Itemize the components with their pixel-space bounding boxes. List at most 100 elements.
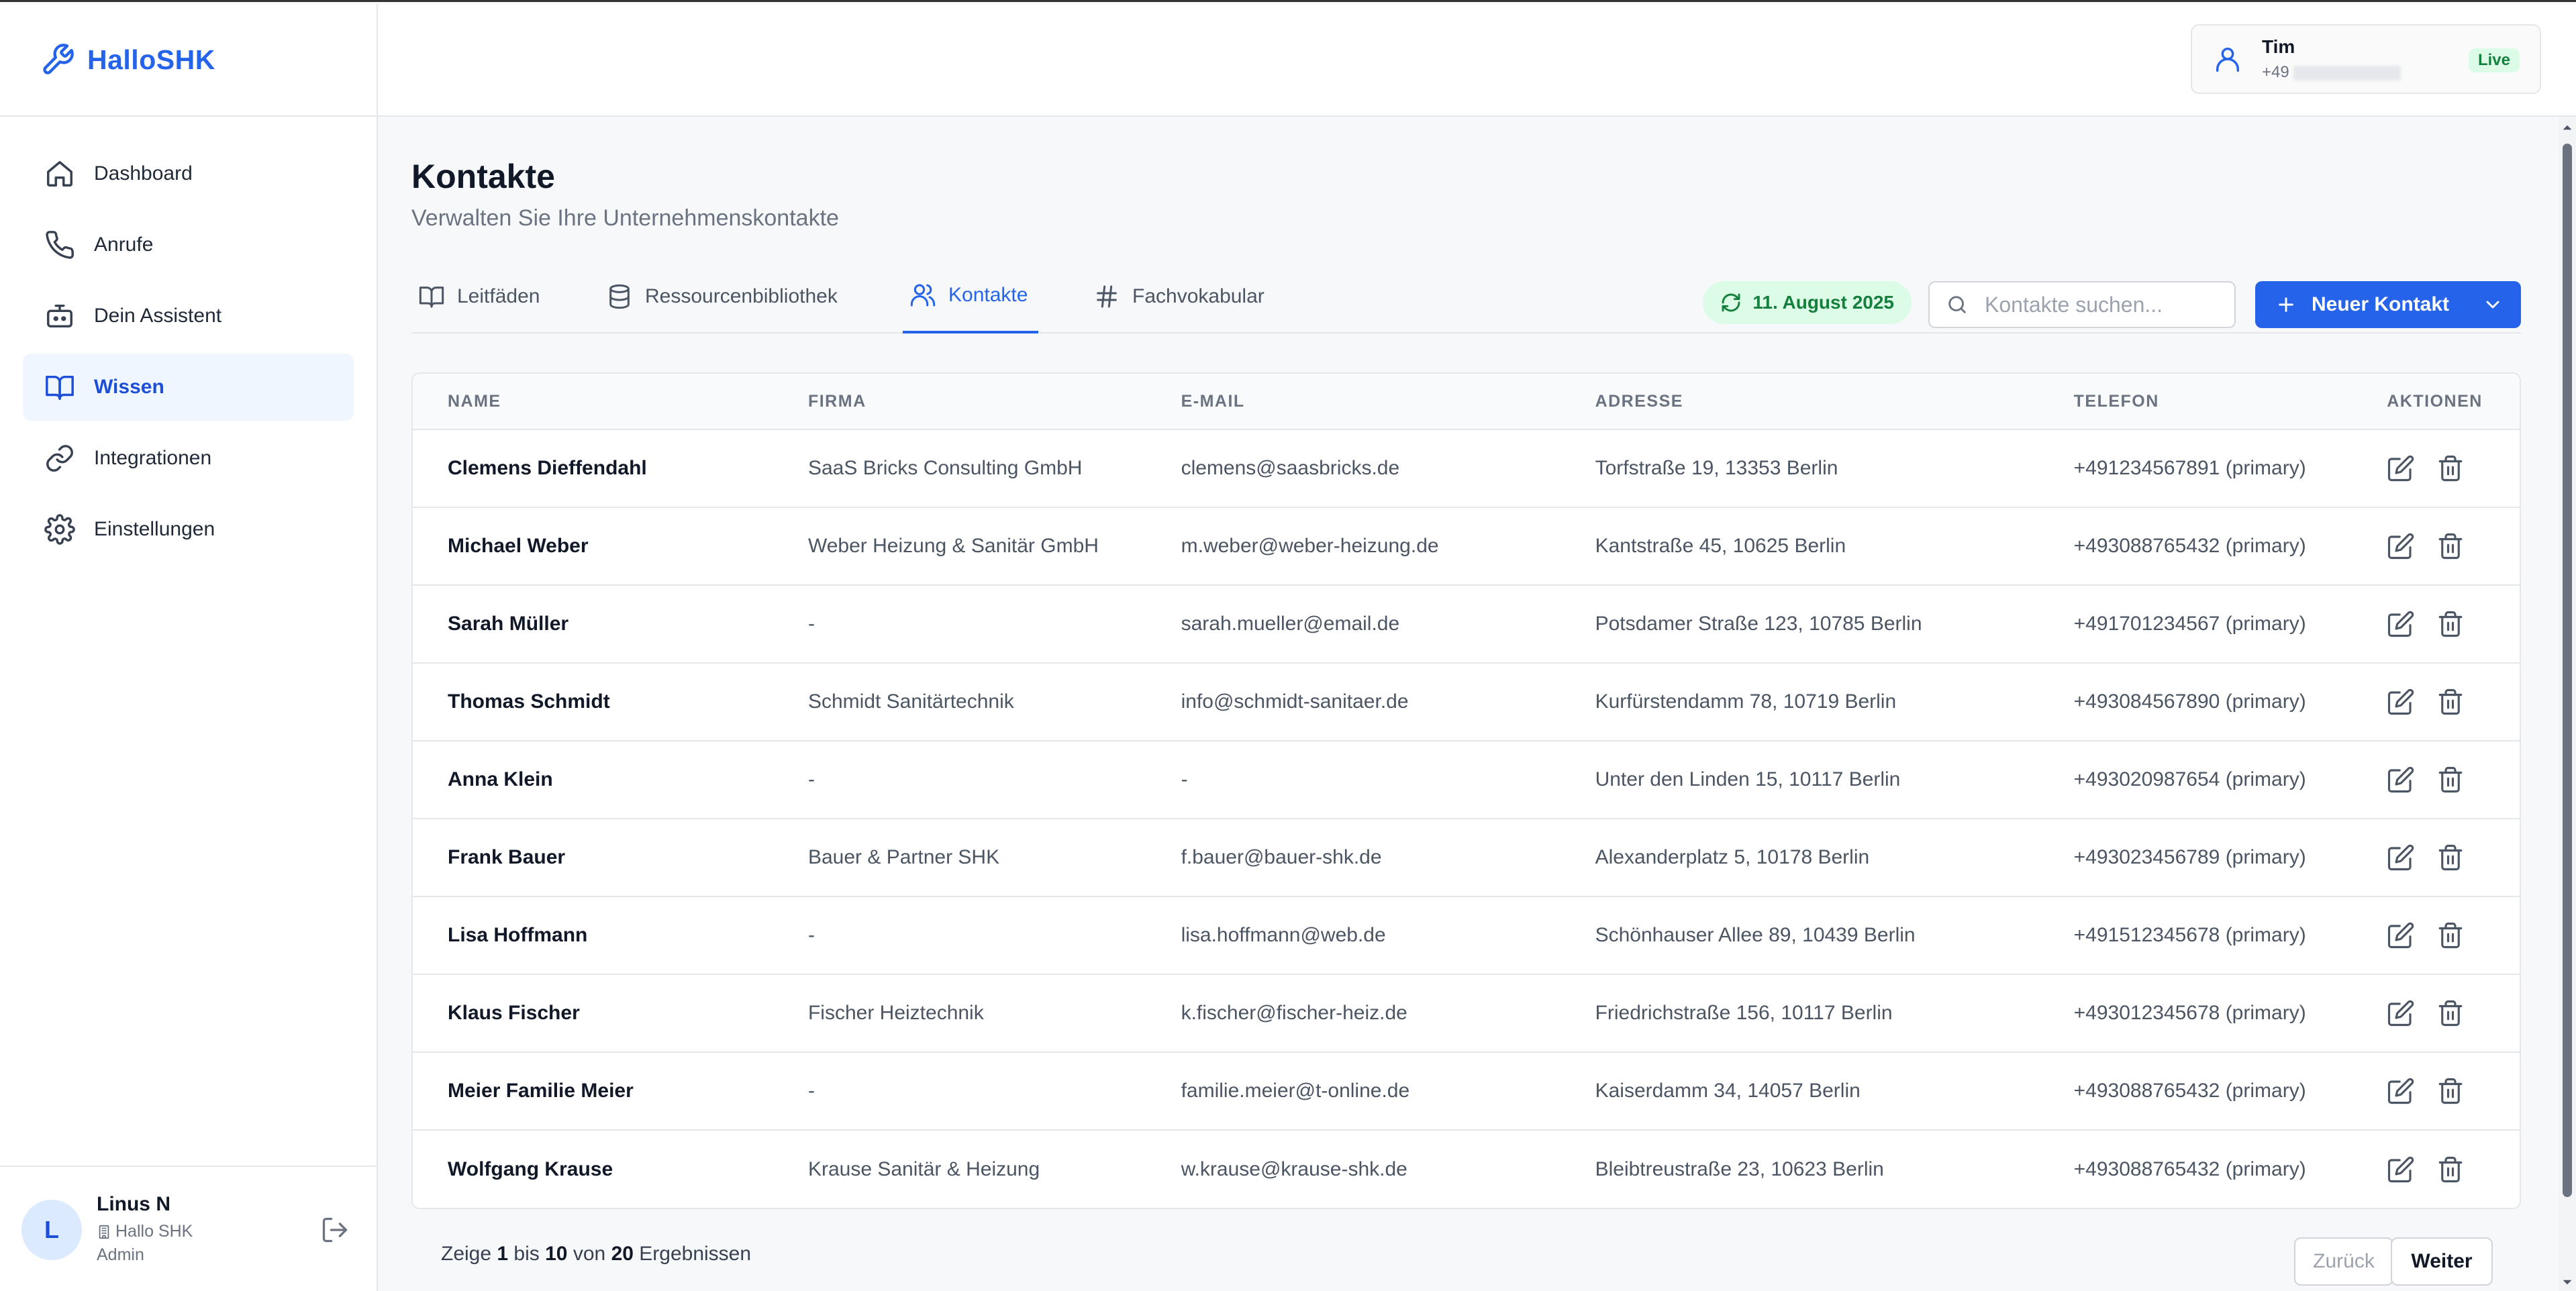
user-role: Admin — [97, 1245, 144, 1264]
next-page-button[interactable]: Weiter — [2391, 1237, 2493, 1286]
contact-phone: +493088765432 (primary) — [2073, 1157, 2306, 1180]
trash-icon[interactable] — [2436, 843, 2465, 872]
trash-icon[interactable] — [2436, 1155, 2465, 1184]
book-icon — [44, 372, 75, 403]
contact-address: Schönhauser Allee 89, 10439 Berlin — [1595, 924, 1916, 946]
table-row[interactable]: Lisa Hoffmann - lisa.hoffmann@web.de Schönh… — [413, 896, 2520, 974]
new-contact-button[interactable]: Neuer Kontakt — [2255, 281, 2521, 328]
contact-phone: +493020987654 (primary) — [2073, 768, 2306, 790]
trash-icon[interactable] — [2436, 454, 2465, 482]
avatar[interactable]: L — [21, 1200, 82, 1260]
table-row[interactable]: Clemens Dieffendahl SaaS Bricks Consultin… — [413, 429, 2520, 507]
previous-page-button[interactable]: Zurück — [2294, 1237, 2393, 1286]
trash-icon[interactable] — [2436, 1077, 2465, 1105]
trash-icon[interactable] — [2436, 999, 2465, 1027]
edit-icon[interactable] — [2387, 1155, 2415, 1184]
table-header-row: NAME FIRMA E-MAIL ADRESSE TELEFON AKTION… — [413, 374, 2520, 429]
user-profile: L Linus N Hallo SHK Admin — [0, 1166, 377, 1291]
database-icon — [606, 283, 633, 310]
contact-name: Clemens Dieffendahl — [448, 457, 647, 479]
main-content: Kontakte Verwalten Sie Ihre Unternehmens… — [411, 117, 2521, 1288]
table-row[interactable]: Meier Familie Meier - familie.meier@t-onli… — [413, 1052, 2520, 1130]
actions-group — [2387, 843, 2520, 872]
sidebar-item-integrationen[interactable]: Integrationen — [23, 425, 354, 492]
contact-phone: +493012345678 (primary) — [2073, 1002, 2306, 1024]
table-row[interactable]: Frank Bauer Bauer & Partner SHK f.bauer@ba… — [413, 819, 2520, 896]
contact-company: - — [807, 613, 815, 635]
contact-phone: +491701234567 (primary) — [2073, 613, 2306, 635]
tab-ressourcenbibliothek[interactable]: Ressourcenbibliothek — [606, 260, 861, 333]
scroll-up-icon[interactable] — [2562, 122, 2573, 133]
table-row[interactable]: Sarah Müller - sarah.mueller@email.de Potsd… — [413, 585, 2520, 663]
row-actions — [2352, 507, 2520, 585]
edit-icon[interactable] — [2387, 766, 2415, 794]
edit-icon[interactable] — [2387, 454, 2415, 482]
column-header-phone[interactable]: TELEFON — [2039, 374, 2352, 429]
chevron-down-icon[interactable] — [2482, 294, 2504, 315]
trash-icon[interactable] — [2436, 610, 2465, 638]
edit-icon[interactable] — [2387, 843, 2415, 872]
edit-icon[interactable] — [2387, 921, 2415, 949]
contact-address: Kurfürstendamm 78, 10719 Berlin — [1595, 690, 1897, 713]
scroll-down-icon[interactable] — [2562, 1277, 2573, 1288]
trash-icon[interactable] — [2436, 532, 2465, 560]
contact-address: Friedrichstraße 156, 10117 Berlin — [1595, 1002, 1893, 1024]
sidebar-item-label: Einstellungen — [94, 518, 215, 540]
edit-icon[interactable] — [2387, 999, 2415, 1027]
sidebar-item-assistent[interactable]: Dein Assistent — [23, 282, 354, 350]
table-row[interactable]: Wolfgang Krause Krause Sanitär & Heizung w… — [413, 1130, 2520, 1208]
tab-leitfaeden[interactable]: Leitfäden — [418, 260, 552, 333]
row-actions — [2352, 1052, 2520, 1130]
book-open-icon — [418, 283, 445, 310]
edit-icon[interactable] — [2387, 1077, 2415, 1105]
trash-icon[interactable] — [2436, 688, 2465, 716]
table-row[interactable]: Klaus Fischer Fischer Heiztechnik k.fische… — [413, 974, 2520, 1052]
contact-company: Schmidt Sanitärtechnik — [807, 690, 1014, 713]
scrollbar[interactable] — [2559, 117, 2576, 1291]
phone-prefix: +49 — [2262, 63, 2289, 81]
contact-name: Meier Familie Meier — [448, 1080, 634, 1102]
sidebar: HalloSHK Dashboard Anrufe Dein Assistent… — [0, 4, 378, 1291]
actions-group — [2387, 454, 2520, 482]
actions-group — [2387, 1155, 2520, 1184]
sidebar-item-dashboard[interactable]: Dashboard — [23, 140, 354, 207]
sidebar-item-label: Anrufe — [94, 234, 154, 256]
edit-icon[interactable] — [2387, 532, 2415, 560]
page-title: Kontakte — [411, 158, 555, 195]
sidebar-item-wissen[interactable]: Wissen — [23, 354, 354, 421]
app-logo[interactable]: HalloSHK — [0, 4, 377, 117]
sync-date-badge[interactable]: 11. August 2025 — [1703, 281, 1912, 324]
tab-kontakte[interactable]: Kontakte — [903, 260, 1038, 333]
contact-name: Sarah Müller — [448, 613, 569, 635]
tab-label: Leitfäden — [457, 285, 540, 307]
table-row[interactable]: Anna Klein - - Unter den Linden 15, 10117 B… — [413, 741, 2520, 819]
table-row[interactable]: Thomas Schmidt Schmidt Sanitärtechnik info… — [413, 663, 2520, 741]
tab-fachvokabular[interactable]: Fachvokabular — [1093, 260, 1281, 333]
column-header-company[interactable]: FIRMA — [773, 374, 1146, 429]
search-input[interactable] — [1985, 292, 2213, 317]
logout-icon[interactable] — [320, 1215, 350, 1245]
building-icon — [97, 1225, 111, 1239]
row-actions — [2352, 974, 2520, 1052]
sidebar-item-anrufe[interactable]: Anrufe — [23, 211, 354, 278]
column-header-name[interactable]: NAME — [413, 374, 773, 429]
plus-icon — [2275, 294, 2297, 315]
column-header-address[interactable]: ADRESSE — [1561, 374, 2039, 429]
contact-phone: +493023456789 (primary) — [2073, 846, 2306, 868]
edit-icon[interactable] — [2387, 610, 2415, 638]
trash-icon[interactable] — [2436, 921, 2465, 949]
actions-group — [2387, 999, 2520, 1027]
pagination-of-word: von — [573, 1243, 606, 1265]
pagination-total: 20 — [611, 1243, 634, 1265]
assistant-status-card[interactable]: Tim +49 Live — [2191, 24, 2541, 94]
edit-icon[interactable] — [2387, 688, 2415, 716]
sidebar-item-einstellungen[interactable]: Einstellungen — [23, 496, 354, 563]
search-box[interactable] — [1928, 281, 2236, 328]
link-icon — [44, 443, 75, 474]
sidebar-item-label: Wissen — [94, 376, 164, 398]
column-header-email[interactable]: E-MAIL — [1146, 374, 1561, 429]
scrollbar-thumb[interactable] — [2563, 144, 2572, 1197]
trash-icon[interactable] — [2436, 766, 2465, 794]
table-row[interactable]: Michael Weber Weber Heizung & Sanitär Gmb… — [413, 507, 2520, 585]
top-bar: Tim +49 Live — [378, 4, 2576, 117]
